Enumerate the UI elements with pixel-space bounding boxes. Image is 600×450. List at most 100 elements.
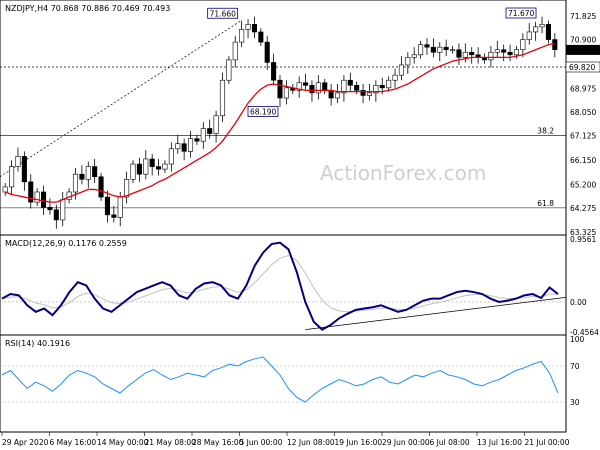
price-axis-tick: 64.275 [570,204,596,213]
x-axis-tick: 14 May 00:00 [97,438,149,447]
candle-body [117,196,123,218]
rsi-axis-tick: 30 [570,398,580,407]
candle-body [219,79,226,117]
price-axis-tick: 70.900 [570,36,596,45]
candle-body [392,74,398,81]
candle-body [462,51,468,58]
price-annotation-label: 71.660 [210,9,236,18]
candle-body [245,24,251,30]
candle-body [232,41,238,61]
candle-body [34,191,40,203]
candle-body [418,44,424,56]
fib-label: 61.8 [537,199,554,208]
candle-body [303,82,309,86]
candle-body [239,29,245,43]
candle-body [322,82,328,91]
candle-body [437,46,443,53]
candle-body [347,79,353,86]
x-axis-tick: 29 Apr 2020 [2,438,49,447]
candle-body [21,156,27,183]
fib-label: 38.2 [537,126,554,135]
candle-body [130,163,136,180]
rsi-axis-tick: 100 [570,335,585,344]
candle-body [85,166,91,180]
price-annotation-label: 68.190 [250,107,276,116]
candle-body [156,166,162,170]
candle-body [111,214,117,218]
candle-body [513,49,519,56]
rsi-axis-tick: 70 [570,362,580,371]
candle-body [226,59,232,81]
x-axis-tick: 21 May 08:00 [145,438,197,447]
candle-body [309,84,315,94]
rsi-panel-title: RSI(14) 40.1916 [5,339,70,348]
candle-body [405,57,411,66]
candle-body [328,90,334,99]
candle-body [168,148,174,165]
price-axis-tick: 65.200 [570,180,596,189]
price-axis-tick: 71.825 [570,12,596,21]
candle-body [545,24,551,40]
candle-body [539,24,545,28]
candle-body [72,173,79,193]
x-axis-tick: 12 Jun 08:00 [287,438,335,447]
x-axis-tick: 6 Jul 08:00 [430,438,470,447]
price-panel-title: NZDJPY,H4 70.868 70.886 70.469 70.493 [5,4,170,13]
candle-body [469,51,475,56]
candle-body [175,143,181,150]
x-axis-tick: 5 Jun 00:00 [240,438,283,447]
candle-body [264,41,270,63]
candle-body [424,44,430,48]
candle-body [143,158,149,175]
candle-body [60,199,66,221]
candle-body [526,31,532,40]
candle-body [149,158,155,167]
candle-body [450,49,456,52]
x-axis-tick: 6 May 16:00 [50,438,97,447]
candle-body [15,156,21,167]
x-axis-tick: 28 May 16:00 [192,438,244,447]
price-axis-tick: 66.150 [570,156,596,165]
current-price-label: 70.493 [569,46,595,55]
candle-body [456,49,462,58]
candle-body [334,92,341,99]
candle-body [9,166,15,188]
x-axis-tick: 13 Jul 16:00 [477,438,522,447]
candle-body [124,178,130,198]
candle-body [386,79,392,89]
macd-panel-title: MACD(12,26,9) 0.1176 0.2559 [5,239,127,248]
price-axis-tick: 67.125 [570,131,596,140]
candle-body [181,143,187,152]
candle-body [277,79,283,99]
candle-body [79,173,85,180]
candle-body [533,26,539,33]
candle-body [194,138,200,142]
candle-body [162,163,168,170]
price-axis-tick: 68.975 [570,84,596,93]
price-annotation-label: 71.670 [508,9,534,18]
candle-body [258,31,264,43]
x-axis-tick: 29 Jun 00:00 [382,438,430,447]
candle-body [315,82,321,94]
watermark: ActionForex.com [320,161,486,185]
price-axis-tick: 68.050 [570,108,596,117]
candle-body [187,138,194,152]
candle-body [494,49,500,53]
macd-axis-tick: 0.9561 [570,235,596,244]
candle-body [507,51,513,56]
chart-root: ActionForex.com 71.660 68.190 71.670 38.2 61… [0,0,600,450]
candle-body [53,209,59,221]
candle-body [207,128,213,134]
x-axis-tick: 19 Jun 16:00 [335,438,383,447]
candle-body [47,206,53,211]
candle-body [354,84,360,91]
candle-body [443,46,449,51]
candle-body [430,46,436,53]
candle-body [488,51,494,61]
candle-body [501,49,507,53]
macd-axis-tick: 0.00 [570,298,587,307]
candle-body [411,54,417,58]
candle-body [552,39,558,51]
candle-body [271,62,277,81]
chart-svg: ActionForex.com 71.660 68.190 71.670 38.2 61… [0,0,600,450]
